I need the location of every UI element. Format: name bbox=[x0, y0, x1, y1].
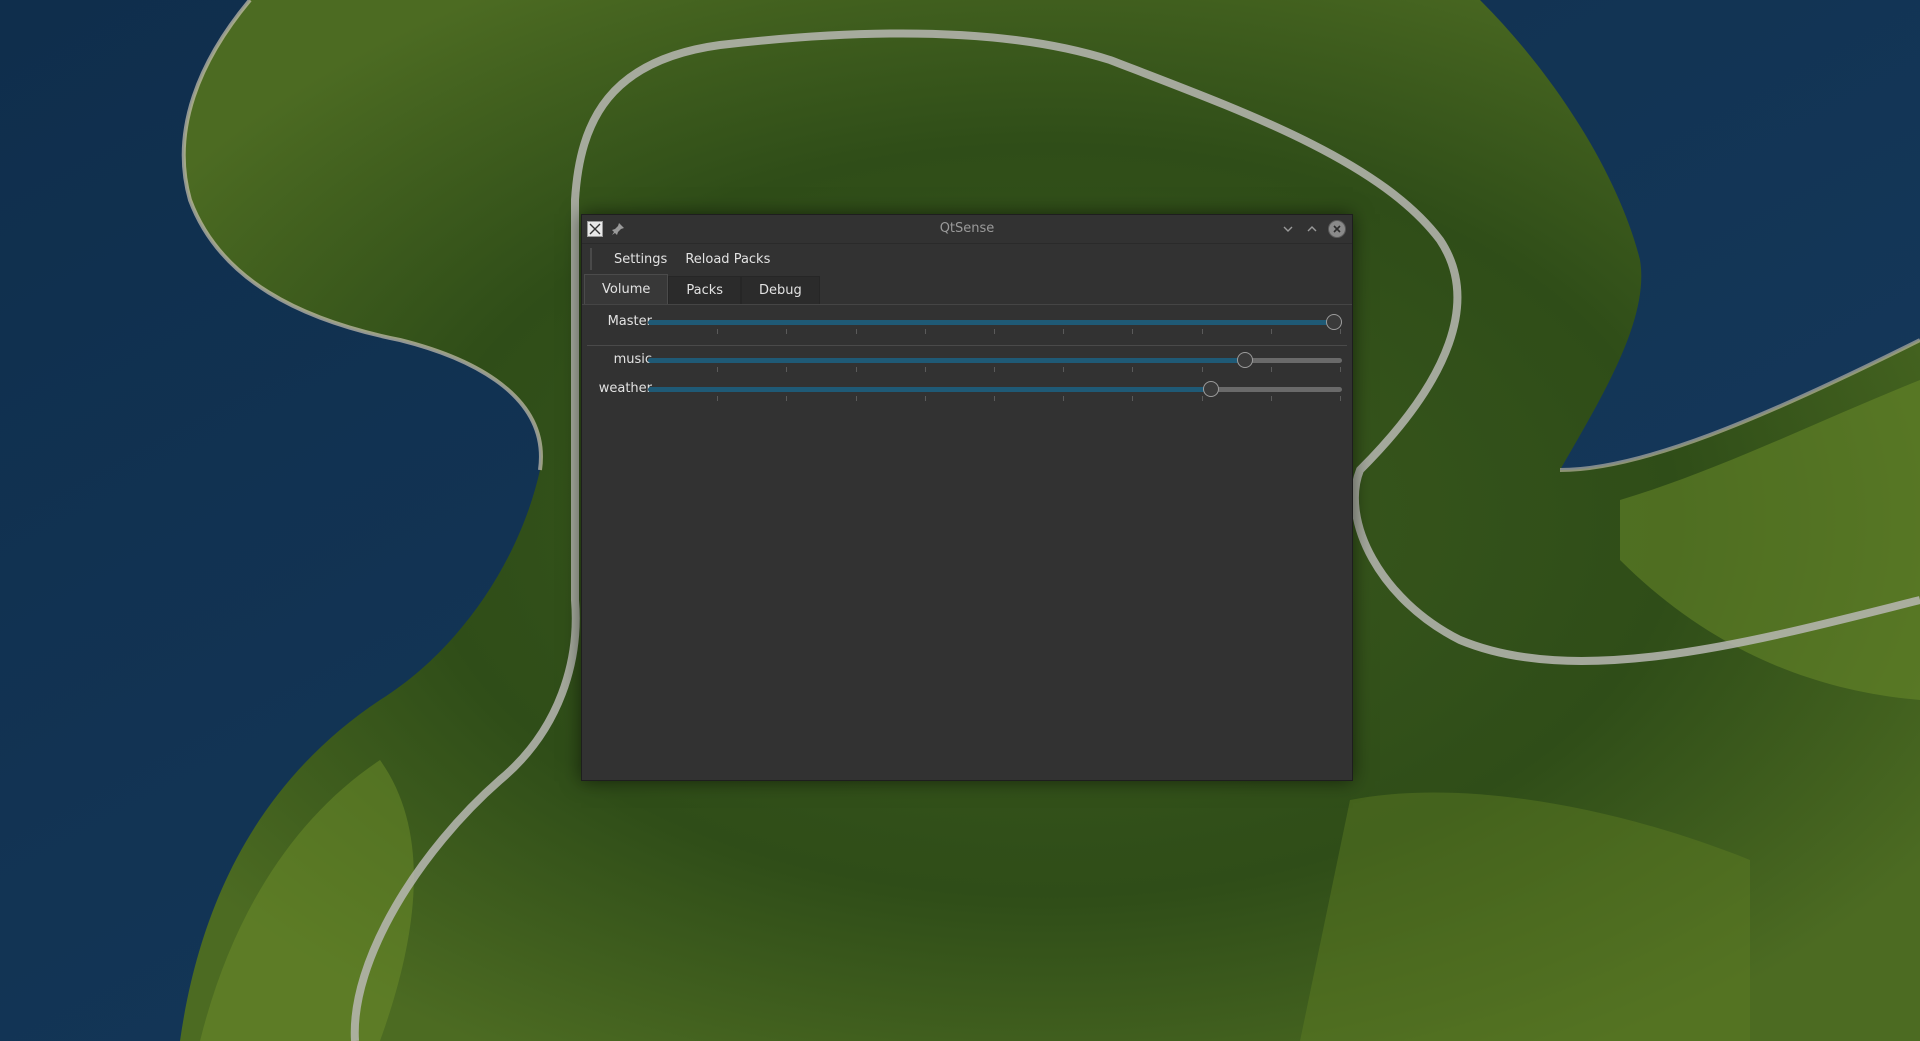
slider-ticks bbox=[648, 396, 1342, 401]
slider-tick bbox=[786, 396, 787, 401]
slider-tick bbox=[1132, 329, 1133, 334]
master-row: Master bbox=[582, 309, 1352, 335]
qtsense-window: QtSense Settings Reload Packs Volume Pac… bbox=[581, 214, 1353, 781]
weather-row: weather bbox=[582, 376, 1352, 402]
title-bar[interactable]: QtSense bbox=[582, 215, 1352, 244]
slider-tick bbox=[1202, 367, 1203, 372]
tab-packs[interactable]: Packs bbox=[668, 276, 742, 304]
weather-slider[interactable] bbox=[648, 376, 1342, 402]
slider-tick bbox=[1271, 329, 1272, 334]
music-row: music bbox=[582, 347, 1352, 373]
slider-handle[interactable] bbox=[1203, 381, 1219, 397]
separator bbox=[587, 345, 1347, 346]
slider-tick bbox=[717, 396, 718, 401]
slider-ticks bbox=[648, 329, 1342, 334]
volume-panel: Master music weather bbox=[582, 305, 1352, 779]
slider-tick bbox=[994, 367, 995, 372]
tab-debug[interactable]: Debug bbox=[741, 276, 820, 304]
slider-tick bbox=[925, 367, 926, 372]
slider-tick bbox=[1340, 329, 1341, 334]
slider-tick bbox=[925, 396, 926, 401]
music-slider[interactable] bbox=[648, 347, 1342, 373]
slider-tick bbox=[856, 367, 857, 372]
maximize-icon[interactable] bbox=[1303, 220, 1321, 238]
slider-tick bbox=[1271, 396, 1272, 401]
slider-tick bbox=[786, 329, 787, 334]
slider-tick bbox=[1063, 367, 1064, 372]
slider-tick bbox=[1063, 396, 1064, 401]
slider-fill bbox=[648, 358, 1245, 363]
slider-handle[interactable] bbox=[1237, 352, 1253, 368]
minimize-icon[interactable] bbox=[1279, 220, 1297, 238]
weather-label: weather bbox=[598, 381, 652, 396]
slider-tick bbox=[856, 329, 857, 334]
window-title: QtSense bbox=[939, 221, 995, 236]
slider-tick bbox=[1202, 329, 1203, 334]
slider-tick bbox=[1132, 396, 1133, 401]
master-label: Master bbox=[607, 314, 652, 329]
slider-tick bbox=[1063, 329, 1064, 334]
master-slider[interactable] bbox=[648, 309, 1342, 335]
tab-bar: Volume Packs Debug bbox=[582, 274, 1352, 305]
menu-settings[interactable]: Settings bbox=[605, 252, 676, 267]
slider-tick bbox=[994, 329, 995, 334]
slider-tick bbox=[925, 329, 926, 334]
slider-tick bbox=[1202, 396, 1203, 401]
music-label: music bbox=[613, 352, 652, 367]
slider-tick bbox=[1340, 367, 1341, 372]
close-icon[interactable] bbox=[1328, 220, 1346, 238]
slider-ticks bbox=[648, 367, 1342, 372]
tab-volume[interactable]: Volume bbox=[584, 274, 669, 304]
slider-tick bbox=[1271, 367, 1272, 372]
slider-tick bbox=[856, 396, 857, 401]
slider-fill bbox=[648, 320, 1334, 325]
menu-reload-packs[interactable]: Reload Packs bbox=[676, 252, 779, 267]
slider-tick bbox=[717, 329, 718, 334]
slider-tick bbox=[1132, 367, 1133, 372]
slider-tick bbox=[1340, 396, 1341, 401]
menu-bar: Settings Reload Packs bbox=[582, 244, 1352, 274]
slider-tick bbox=[786, 367, 787, 372]
slider-handle[interactable] bbox=[1326, 314, 1342, 330]
slider-tick bbox=[994, 396, 995, 401]
slider-fill bbox=[648, 387, 1211, 392]
slider-tick bbox=[717, 367, 718, 372]
menu-bar-handle[interactable] bbox=[590, 248, 595, 270]
